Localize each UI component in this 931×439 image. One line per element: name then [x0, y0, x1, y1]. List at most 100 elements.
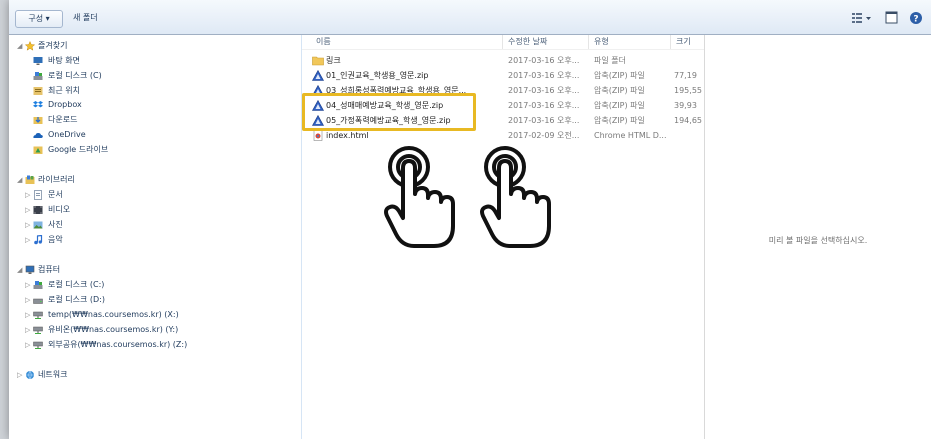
- column-header-date[interactable]: 수정한 날짜: [508, 35, 547, 49]
- double-tap-hand-icon: [480, 146, 551, 248]
- pictures-icon: [33, 221, 43, 229]
- nav-item-network-drive-x[interactable]: ▷ temp(₩₩nas.coursemos.kr) (X:): [9, 308, 299, 322]
- drive-icon: [33, 281, 43, 289]
- view-options-icon[interactable]: [851, 11, 873, 25]
- nav-favorites[interactable]: ◢ 즐겨찾기: [9, 39, 299, 53]
- nav-label: 라이브러리: [38, 175, 75, 184]
- file-row[interactable]: 링크 2017-03-16 오후... 파일 폴더: [302, 53, 704, 68]
- column-divider[interactable]: [670, 35, 671, 49]
- nav-libraries[interactable]: ◢ 라이브러리: [9, 173, 299, 187]
- desktop-icon: [33, 57, 43, 65]
- expand-arrow-icon[interactable]: ▷: [25, 233, 30, 247]
- nav-item-drive-c[interactable]: ▷ 로컬 디스크 (C:): [9, 278, 299, 292]
- selection-highlight-box: [302, 93, 476, 131]
- svg-text:?: ?: [913, 15, 918, 25]
- file-date: 2017-03-16 오후...: [508, 56, 580, 65]
- dropbox-icon: [33, 101, 43, 108]
- videos-icon: [33, 206, 43, 214]
- nav-item-videos[interactable]: ▷ 비디오: [9, 203, 299, 217]
- navigation-pane: ◢ 즐겨찾기 바탕 화면 로컬 디스크 (C) 최근 위치 Dropbox 다운…: [9, 35, 302, 439]
- collapse-arrow-icon[interactable]: ◢: [17, 39, 22, 53]
- nav-item-local-disk-c[interactable]: 로컬 디스크 (C): [9, 69, 299, 83]
- file-date: 2017-03-16 오후...: [508, 71, 580, 80]
- file-type: 압축(ZIP) 파일: [594, 71, 645, 80]
- nav-label: 최근 위치: [48, 86, 80, 95]
- google-drive-icon: [33, 146, 43, 154]
- preview-pane: 미리 볼 파일을 선택하십시오.: [705, 35, 931, 439]
- nav-label: 문서: [48, 190, 63, 199]
- network-icon: [26, 370, 34, 380]
- nav-label: temp(₩₩nas.coursemos.kr) (X:): [48, 310, 179, 319]
- nav-label: 비디오: [48, 205, 71, 214]
- nav-computer[interactable]: ◢ 컴퓨터: [9, 263, 299, 277]
- column-header-type[interactable]: 유형: [594, 35, 609, 49]
- expand-arrow-icon[interactable]: ▷: [25, 218, 30, 232]
- file-name: 01_인권교육_학생용_영문.zip: [326, 71, 429, 80]
- expand-arrow-icon[interactable]: ▷: [25, 308, 30, 322]
- nav-item-google-drive[interactable]: Google 드라이브: [9, 143, 299, 157]
- collapse-arrow-icon[interactable]: ◢: [17, 173, 22, 187]
- column-divider[interactable]: [502, 35, 503, 49]
- nav-item-desktop[interactable]: 바탕 화면: [9, 54, 299, 68]
- nav-item-drive-d[interactable]: ▷ 로컬 디스크 (D:): [9, 293, 299, 307]
- star-icon: [25, 41, 35, 51]
- column-divider[interactable]: [588, 35, 589, 49]
- nav-label: Dropbox: [48, 100, 82, 109]
- file-date: 2017-03-16 오후...: [508, 101, 580, 110]
- nav-label: Google 드라이브: [48, 145, 109, 154]
- help-icon[interactable]: ?: [909, 11, 923, 25]
- nav-item-onedrive[interactable]: OneDrive: [9, 128, 299, 142]
- nav-label: 사진: [48, 220, 63, 229]
- file-size: 77,19: [674, 71, 697, 80]
- nav-item-downloads[interactable]: 다운로드: [9, 113, 299, 127]
- column-header-name[interactable]: 이름: [316, 35, 331, 49]
- expand-arrow-icon[interactable]: ▷: [25, 203, 30, 217]
- organize-button[interactable]: 구성 ▾: [15, 10, 63, 28]
- file-size: 39,93: [674, 101, 697, 110]
- nav-label: 외부공유(₩₩nas.coursemos.kr) (Z:): [48, 340, 188, 349]
- file-name: 링크: [326, 56, 341, 65]
- nav-item-recent-places[interactable]: 최근 위치: [9, 84, 299, 98]
- nav-item-music[interactable]: ▷ 음악: [9, 233, 299, 247]
- nav-item-dropbox[interactable]: Dropbox: [9, 98, 299, 112]
- music-icon: [34, 235, 43, 245]
- expand-arrow-icon[interactable]: ▷: [25, 293, 30, 307]
- expand-arrow-icon[interactable]: ▷: [25, 188, 30, 202]
- file-date: 2017-03-16 오후...: [508, 86, 580, 95]
- nav-network[interactable]: ▷ 네트워크: [9, 368, 299, 382]
- nav-label: 유비온(₩₩nas.coursemos.kr) (Y:): [48, 325, 179, 334]
- nav-label: 로컬 디스크 (D:): [48, 295, 105, 304]
- nav-label: OneDrive: [48, 130, 86, 139]
- nav-item-network-drive-y[interactable]: ▷ 유비온(₩₩nas.coursemos.kr) (Y:): [9, 323, 299, 337]
- preview-pane-icon[interactable]: [885, 11, 899, 25]
- collapse-arrow-icon[interactable]: ◢: [17, 263, 22, 277]
- double-tap-hand-icon: [384, 146, 455, 248]
- expand-arrow-icon[interactable]: ▷: [25, 278, 30, 292]
- expand-arrow-icon[interactable]: ▷: [25, 323, 30, 337]
- nav-item-network-drive-z[interactable]: ▷ 외부공유(₩₩nas.coursemos.kr) (Z:): [9, 338, 299, 352]
- nav-item-pictures[interactable]: ▷ 사진: [9, 218, 299, 232]
- file-date: 2017-02-09 오전...: [508, 131, 580, 140]
- preview-message: 미리 볼 파일을 선택하십시오.: [768, 236, 868, 245]
- network-drive-icon: [33, 311, 43, 319]
- file-date: 2017-03-16 오후...: [508, 116, 580, 125]
- nav-label: 바탕 화면: [48, 56, 80, 65]
- onedrive-icon: [33, 133, 43, 138]
- network-drive-icon: [33, 326, 43, 334]
- file-type: 압축(ZIP) 파일: [594, 101, 645, 110]
- column-header-size[interactable]: 크기: [676, 35, 691, 49]
- network-drive-icon: [33, 341, 43, 349]
- file-row[interactable]: 01_인권교육_학생용_영문.zip 2017-03-16 오후... 압축(Z…: [302, 68, 704, 83]
- library-icon: [25, 175, 35, 184]
- recent-places-icon: [33, 87, 43, 95]
- command-bar: 구성 ▾ 새 폴더 ?: [9, 0, 931, 35]
- expand-arrow-icon[interactable]: ▷: [25, 338, 30, 352]
- file-size: 194,65: [674, 116, 702, 125]
- explorer-window: 구성 ▾ 새 폴더 ? ◢ 즐겨찾기 바탕 화면 로컬 디스크 (C) 최근 위…: [9, 0, 931, 439]
- expand-arrow-icon[interactable]: ▷: [17, 368, 22, 382]
- new-folder-button[interactable]: 새 폴더: [73, 10, 98, 26]
- nav-item-documents[interactable]: ▷ 문서: [9, 188, 299, 202]
- file-type: 압축(ZIP) 파일: [594, 86, 645, 95]
- file-type: Chrome HTML D...: [594, 131, 667, 140]
- drive-icon: [33, 298, 43, 304]
